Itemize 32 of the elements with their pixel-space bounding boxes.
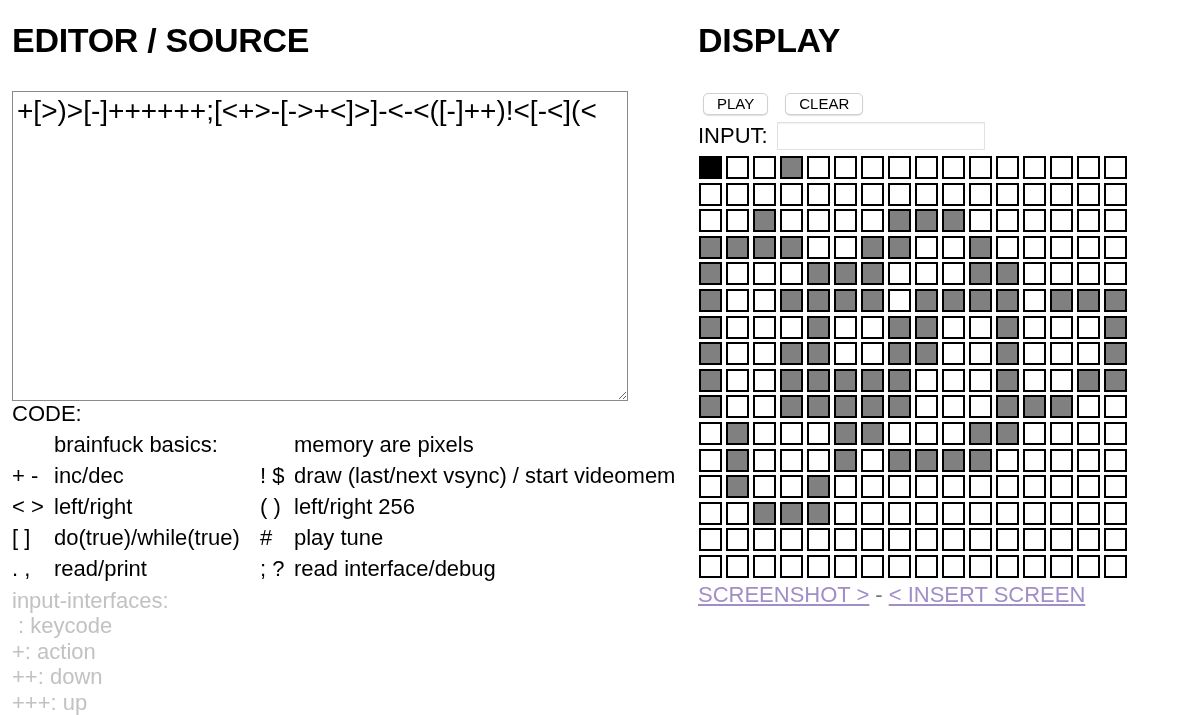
command-description: brainfuck basics: [54, 430, 219, 459]
command-description: read/print [54, 554, 148, 583]
command-keys: ! $ [260, 459, 294, 491]
section-title: DISPLAY [698, 20, 841, 60]
interface-item: +++: up [12, 689, 89, 715]
code-label: CODE: [12, 400, 82, 427]
input-label: INPUT: [698, 123, 768, 149]
section-title: EDITOR / SOURCE [12, 20, 310, 60]
command-description: do(true)/while(true) [54, 523, 241, 552]
command-description: left/right [54, 492, 134, 521]
link-separator: - [875, 581, 883, 608]
interface-item: ++: down [12, 664, 104, 690]
command-description: left/right 256 [294, 492, 417, 521]
input-field[interactable] [776, 122, 985, 150]
command-keys: ( ) [260, 490, 294, 522]
code-editor[interactable]: +[>)>[-]++++++;[<+>-[->+<]>]-<-<([-]++)!<[-<](< [12, 91, 628, 401]
command-description: inc/dec [54, 461, 125, 490]
action-button[interactable]: PLAY [703, 93, 769, 115]
command-keys: < > [12, 490, 54, 522]
interface-item: : keycode [17, 613, 114, 639]
command-keys: [ ] [12, 521, 54, 553]
command-description: draw (last/next vsync) / start videomem [294, 461, 676, 490]
interfaces-heading: input-interfaces: [12, 587, 169, 613]
command-keys: . , [12, 552, 54, 584]
command-keys: # [260, 521, 294, 553]
interface-item: +: action [12, 638, 97, 664]
action-button[interactable]: CLEAR [785, 93, 864, 115]
command-description: memory are pixels [294, 430, 475, 459]
command-description: play tune [294, 523, 385, 552]
command-keys: + - [12, 459, 54, 491]
command-description: read interface/debug [294, 554, 497, 583]
command-keys: ; ? [260, 552, 294, 584]
